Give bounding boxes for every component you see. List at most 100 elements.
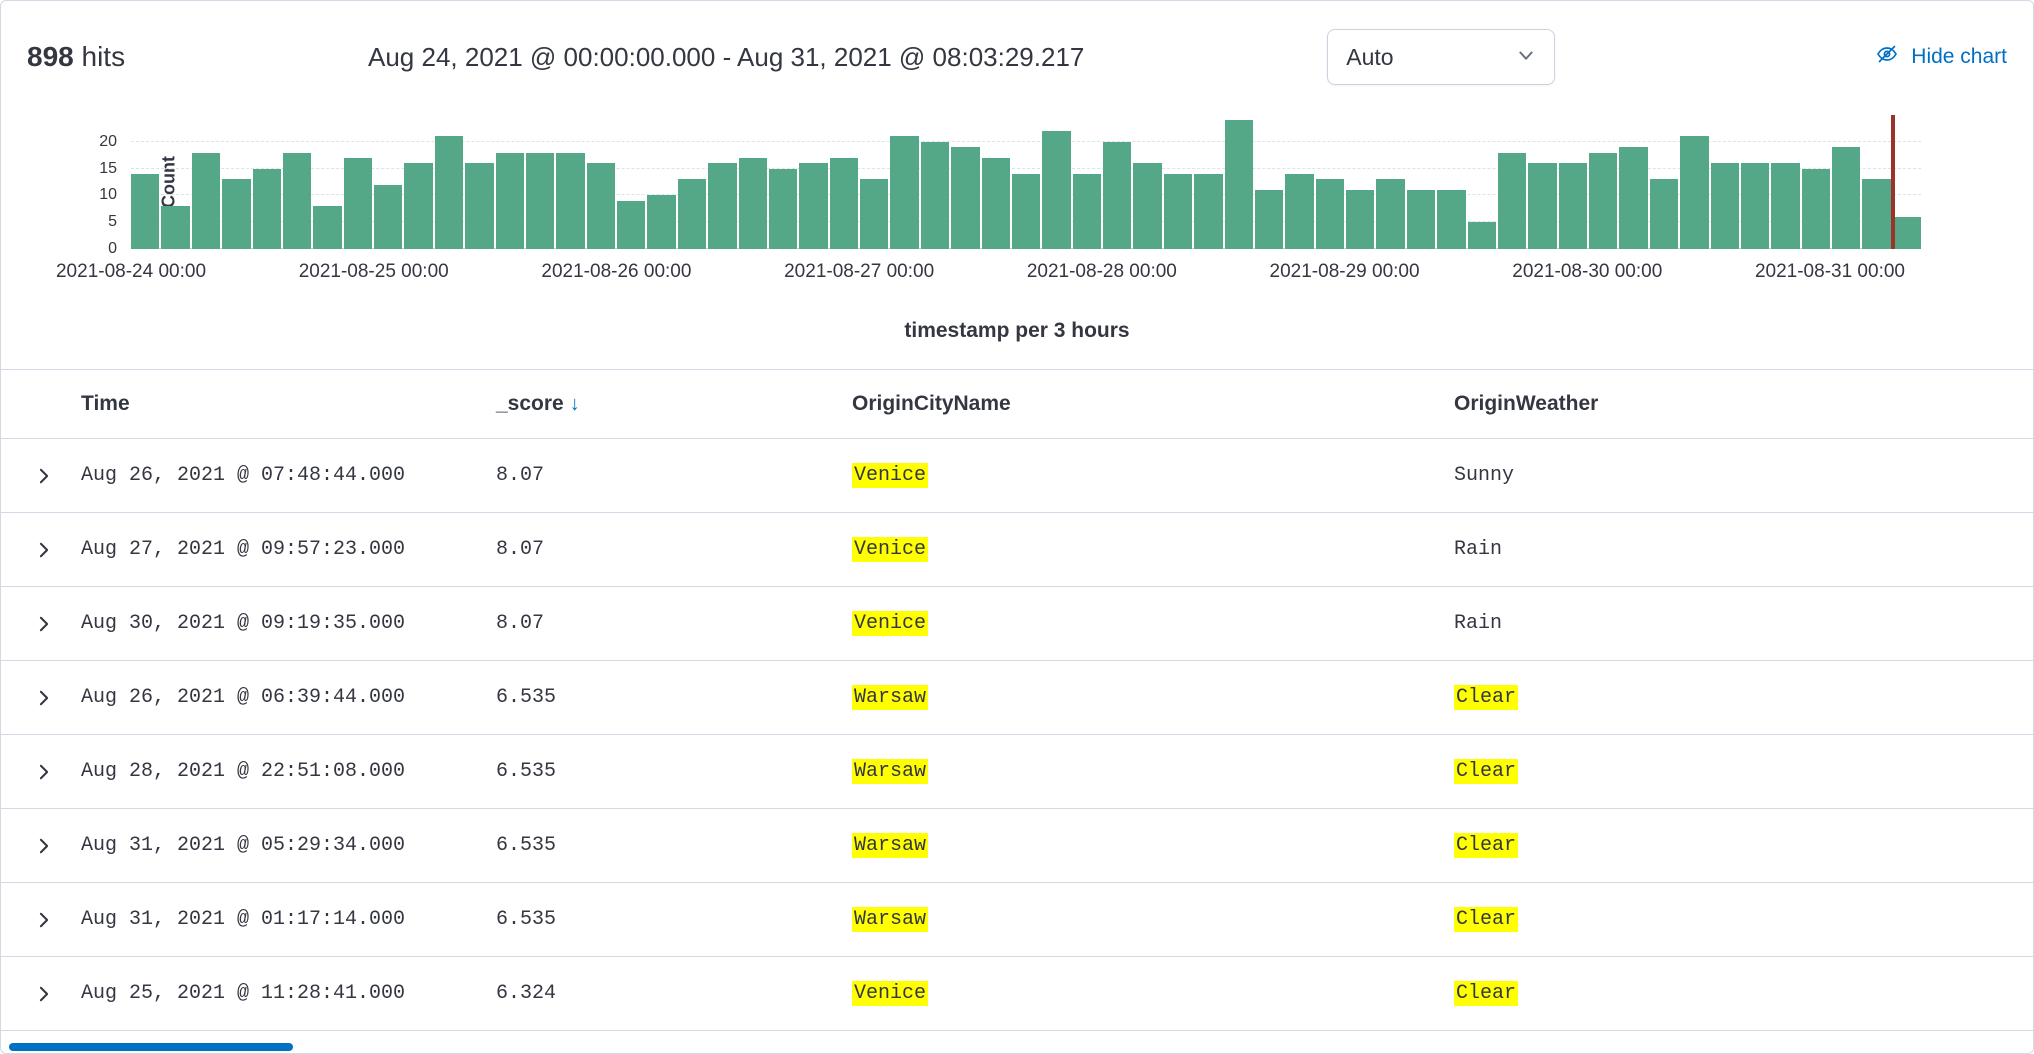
interval-select[interactable]: Auto — [1327, 29, 1555, 85]
histogram-bar[interactable] — [435, 136, 463, 249]
cell-city: Venice — [852, 464, 1454, 487]
expand-row-button[interactable] — [25, 457, 63, 495]
histogram-bar[interactable] — [253, 169, 281, 249]
cell-weather: Clear — [1454, 834, 2033, 857]
histogram-bar[interactable] — [1741, 163, 1769, 249]
cell-weather: Clear — [1454, 908, 2033, 931]
histogram-bar[interactable] — [1711, 163, 1739, 249]
histogram-bar[interactable] — [1802, 169, 1830, 249]
histogram-bar[interactable] — [1133, 163, 1161, 249]
histogram-bar[interactable] — [1862, 179, 1890, 249]
chevron-right-icon — [41, 765, 47, 778]
histogram-bars — [131, 115, 1921, 249]
expand-row-button[interactable] — [25, 827, 63, 865]
chevron-right-icon — [41, 987, 47, 1000]
histogram-bar[interactable] — [647, 195, 675, 249]
expand-row-button[interactable] — [25, 679, 63, 717]
histogram-bar[interactable] — [1559, 163, 1587, 249]
histogram-bar[interactable] — [587, 163, 615, 249]
histogram-bar[interactable] — [404, 163, 432, 249]
expand-row-button[interactable] — [25, 605, 63, 643]
histogram-bar[interactable] — [678, 179, 706, 249]
histogram-bar[interactable] — [1255, 190, 1283, 249]
histogram-bar[interactable] — [1437, 190, 1465, 249]
histogram-bar[interactable] — [1225, 120, 1253, 249]
x-tick-label: 2021-08-24 00:00 — [56, 261, 206, 283]
histogram-bar[interactable] — [192, 153, 220, 249]
histogram-bar[interactable] — [1376, 179, 1404, 249]
histogram-chart: Count 05101520 2021-08-24 00:002021-08-2… — [1, 115, 2033, 343]
column-header-time[interactable]: Time — [81, 392, 496, 416]
histogram-bar[interactable] — [739, 158, 767, 249]
histogram-bar[interactable] — [830, 158, 858, 249]
histogram-bar[interactable] — [1407, 190, 1435, 249]
histogram-bar[interactable] — [1103, 142, 1131, 249]
histogram-bar[interactable] — [1893, 217, 1921, 249]
histogram-bar[interactable] — [1619, 147, 1647, 249]
cell-score: 8.07 — [496, 464, 852, 487]
cell-time: Aug 28, 2021 @ 22:51:08.000 — [81, 760, 496, 783]
x-tick-label: 2021-08-30 00:00 — [1512, 261, 1662, 283]
current-time-marker — [1891, 115, 1895, 249]
horizontal-scrollbar-thumb[interactable] — [9, 1043, 293, 1051]
chevron-down-icon — [1516, 44, 1536, 71]
cell-score: 6.535 — [496, 908, 852, 931]
histogram-bar[interactable] — [1316, 179, 1344, 249]
histogram-bar[interactable] — [982, 158, 1010, 249]
histogram-bar[interactable] — [1012, 174, 1040, 249]
histogram-bar[interactable] — [344, 158, 372, 249]
histogram-bar[interactable] — [617, 201, 645, 249]
histogram-bar[interactable] — [708, 163, 736, 249]
histogram-bar[interactable] — [556, 153, 584, 249]
y-tick-label: 20 — [99, 133, 117, 151]
histogram-bar[interactable] — [1680, 136, 1708, 249]
histogram-bar[interactable] — [465, 163, 493, 249]
histogram-bar[interactable] — [1346, 190, 1374, 249]
histogram-bar[interactable] — [1498, 153, 1526, 249]
histogram-bar[interactable] — [1650, 179, 1678, 249]
cell-score: 8.07 — [496, 538, 852, 561]
histogram-bar[interactable] — [921, 142, 949, 249]
interval-select-value: Auto — [1346, 44, 1393, 71]
histogram-bar[interactable] — [799, 163, 827, 249]
histogram-bar[interactable] — [769, 169, 797, 249]
histogram-bar[interactable] — [131, 174, 159, 249]
histogram-bar[interactable] — [951, 147, 979, 249]
chevron-right-icon — [41, 691, 47, 704]
histogram-bar[interactable] — [526, 153, 554, 249]
expand-row-button[interactable] — [25, 975, 63, 1013]
column-header-originweather[interactable]: OriginWeather — [1454, 392, 2033, 416]
column-header-score[interactable]: _score↓ — [496, 392, 852, 416]
histogram-bar[interactable] — [496, 153, 524, 249]
histogram-bar[interactable] — [1073, 174, 1101, 249]
expand-row-button[interactable] — [25, 531, 63, 569]
hide-chart-button[interactable]: Hide chart — [1875, 42, 2007, 72]
histogram-bar[interactable] — [313, 206, 341, 249]
histogram-bar[interactable] — [374, 185, 402, 249]
histogram-bar[interactable] — [283, 153, 311, 249]
table-row: Aug 31, 2021 @ 01:17:14.000 6.535 Warsaw… — [1, 883, 2033, 957]
histogram-bar[interactable] — [1194, 174, 1222, 249]
histogram-bar[interactable] — [1164, 174, 1192, 249]
histogram-bar[interactable] — [1832, 147, 1860, 249]
expand-row-button[interactable] — [25, 901, 63, 939]
histogram-bar[interactable] — [1589, 153, 1617, 249]
histogram-bar[interactable] — [1771, 163, 1799, 249]
topbar: 898 hits Aug 24, 2021 @ 00:00:00.000 - A… — [1, 1, 2033, 105]
histogram-bar[interactable] — [1468, 222, 1496, 249]
column-header-origincityname[interactable]: OriginCityName — [852, 392, 1454, 416]
histogram-bar[interactable] — [890, 136, 918, 249]
histogram-bar[interactable] — [1042, 131, 1070, 249]
histogram-bar[interactable] — [161, 206, 189, 249]
histogram-bar[interactable] — [1285, 174, 1313, 249]
cell-score: 8.07 — [496, 612, 852, 635]
histogram-bar[interactable] — [860, 179, 888, 249]
histogram-bar[interactable] — [222, 179, 250, 249]
histogram-bar[interactable] — [1528, 163, 1556, 249]
table-row: Aug 28, 2021 @ 22:51:08.000 6.535 Warsaw… — [1, 735, 2033, 809]
table-row: Aug 30, 2021 @ 09:19:35.000 8.07 Venice … — [1, 587, 2033, 661]
expand-row-button[interactable] — [25, 753, 63, 791]
cell-weather: Clear — [1454, 686, 2033, 709]
discover-panel: 898 hits Aug 24, 2021 @ 00:00:00.000 - A… — [0, 0, 2034, 1054]
chart-plot[interactable]: Count 05101520 — [131, 115, 1921, 249]
